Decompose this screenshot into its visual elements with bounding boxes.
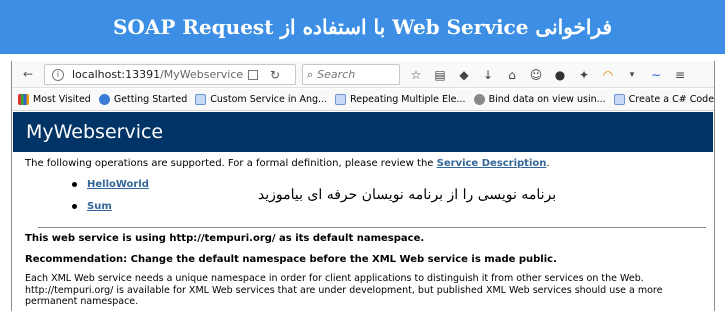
bookmark-label: Most Visited (33, 94, 91, 105)
globe-icon (98, 94, 110, 105)
recommendation-text: Recommendation: Change the default names… (25, 254, 557, 265)
bookmark-bind-data[interactable]: Bind data on view usin... (473, 94, 606, 105)
reading-list-icon[interactable]: ▤ (430, 66, 450, 84)
operations-list: HelloWorld Sum (72, 178, 149, 222)
bookmark-label: Create a C# Code Edit... (628, 94, 714, 105)
stop-icon[interactable]: ● (550, 66, 570, 84)
chat-icon[interactable]: ☺ (526, 66, 546, 84)
bookmark-label: Custom Service in Ang... (210, 94, 328, 105)
operation-link-sum[interactable]: Sum (87, 201, 112, 212)
url-path: /MyWebservice.asm (160, 68, 244, 81)
intro-sentence: The following operations are supported. … (25, 158, 437, 169)
search-placeholder: Search (317, 68, 356, 81)
home-icon[interactable]: ⌂ (502, 66, 522, 84)
star-icon[interactable]: ☆ (406, 66, 426, 84)
url-host: localhost:13391 (72, 68, 161, 81)
intro-text: The following operations are supported. … (25, 158, 550, 169)
divider (38, 227, 706, 228)
bullet-icon (72, 181, 77, 187)
hamburger-icon[interactable]: ≡ (670, 66, 690, 84)
intro-end: . (546, 158, 550, 169)
toolbar-icons: ☆ ▤ ◆ ↓ ⌂ ☺ ● ✦ ◠ ▾ ∼ ≡ (406, 65, 694, 84)
bookmark-most-visited[interactable]: Most Visited (18, 94, 91, 105)
bullet-icon (72, 203, 77, 209)
search-icon: ⌕ (307, 67, 314, 81)
site-icon (473, 94, 485, 105)
service-description-link[interactable]: Service Description (437, 158, 547, 169)
bookmark-label: Bind data on view usin... (488, 94, 606, 105)
shield-icon[interactable]: ◆ (454, 66, 474, 84)
bookmark-code-editor[interactable]: Create a C# Code Edit... (613, 94, 714, 105)
overlay-caption: برنامه نویسی را از برنامه نویسان حرفه ای… (257, 187, 557, 203)
extension-icon[interactable]: ✦ (574, 66, 594, 84)
bookmark-getting-started[interactable]: Getting Started (98, 94, 188, 105)
reader-view-icon[interactable] (248, 69, 258, 80)
list-item: Sum (72, 200, 149, 212)
page-icon (613, 94, 625, 105)
menu-arrow-icon[interactable]: ▾ (622, 66, 642, 84)
banner-title: فراخوانی Web Service با استفاده از SOAP … (0, 0, 725, 54)
bookmark-label: Getting Started (113, 94, 188, 105)
search-bar[interactable]: ⌕ Search (302, 64, 400, 85)
info-icon[interactable]: i (52, 68, 64, 81)
bookmark-custom-service[interactable]: Custom Service in Ang... (195, 94, 327, 105)
page-icon (195, 94, 207, 105)
list-item: HelloWorld (72, 178, 149, 190)
reload-icon[interactable]: ↻ (270, 68, 280, 82)
download-icon[interactable]: ↓ (478, 66, 498, 84)
browser-window: ← i localhost:13391/MyWebservice.asm ↻ ⌕… (11, 61, 715, 311)
url-text[interactable]: localhost:13391/MyWebservice.asm (72, 68, 244, 81)
bookmarks-folder-icon (18, 94, 29, 105)
namespace-description: Each XML Web service needs a unique name… (25, 273, 663, 307)
page-icon (335, 94, 347, 105)
wave-icon[interactable]: ∼ (646, 66, 666, 84)
url-bar[interactable]: i localhost:13391/MyWebservice.asm ↻ (44, 64, 296, 85)
navigation-bar: ← i localhost:13391/MyWebservice.asm ↻ ⌕… (12, 61, 714, 88)
page-title: MyWebservice (13, 112, 713, 152)
bookmark-label: Repeating Multiple Ele... (350, 94, 466, 105)
bookmarks-bar: Most Visited Getting Started Custom Serv… (12, 89, 714, 111)
bookmark-repeating-elements[interactable]: Repeating Multiple Ele... (335, 94, 466, 105)
operation-link-helloworld[interactable]: HelloWorld (87, 179, 149, 190)
rainbow-icon[interactable]: ◠ (598, 66, 618, 84)
page-content: MyWebservice The following operations ar… (12, 112, 714, 311)
back-icon[interactable]: ← (21, 67, 35, 81)
namespace-notice: This web service is using http://tempuri… (25, 233, 425, 244)
